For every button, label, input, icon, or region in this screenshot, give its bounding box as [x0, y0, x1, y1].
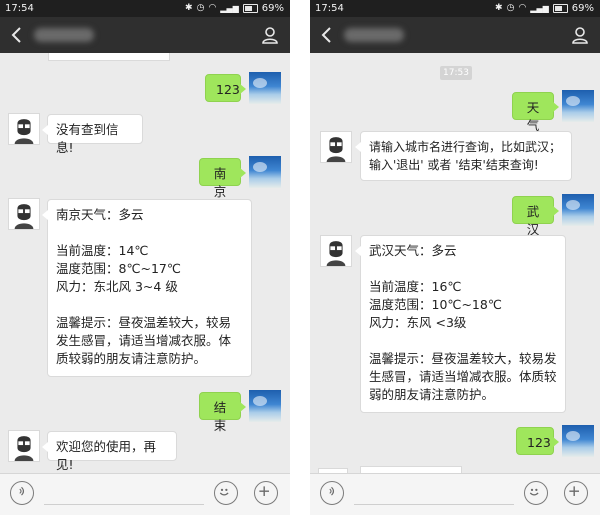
message-input[interactable]: [354, 504, 514, 505]
battery-icon: [242, 4, 258, 13]
bot-avatar[interactable]: [320, 235, 352, 267]
bot-avatar[interactable]: [320, 131, 352, 163]
status-time: 17:54: [5, 3, 34, 14]
chat-screen-left: 17:54 ✱ ◷ ◠ ▂▄▆ 69% 123 没有查到信息! 南京 南京天气：…: [0, 0, 290, 515]
battery-percent: 69%: [261, 3, 284, 14]
message-bubble[interactable]: 武汉: [512, 196, 559, 237]
emoji-icon[interactable]: [524, 481, 548, 505]
voice-icon[interactable]: [320, 481, 344, 505]
status-bar: 17:54 ✱ ◷ ◠ ▂▄▆ 69%: [0, 0, 290, 17]
message-bubble[interactable]: 南京天气：多云 当前温度：14℃ 温度范围：8℃~17℃ 风力：东北风 3~4 …: [42, 199, 252, 377]
user-avatar[interactable]: [562, 90, 594, 122]
emoji-icon[interactable]: [214, 481, 238, 505]
user-avatar[interactable]: [249, 390, 281, 422]
contact-name-blurred: [34, 28, 94, 42]
message-bubble[interactable]: 南京: [199, 158, 246, 199]
signal-icon: ▂▄▆: [220, 4, 239, 13]
battery-icon: [552, 4, 568, 13]
message-bubble[interactable]: 123: [205, 74, 246, 102]
status-bar: 17:54 ✱ ◷ ◠ ▂▄▆ 69%: [310, 0, 600, 17]
voice-icon[interactable]: [10, 481, 34, 505]
message-bubble[interactable]: 天气: [512, 92, 559, 133]
alarm-icon: ◷: [196, 3, 205, 13]
partial-bubble: [48, 53, 170, 61]
contact-name-blurred: [344, 28, 404, 42]
message-input[interactable]: [44, 504, 204, 505]
bluetooth-icon: ✱: [495, 3, 503, 13]
title-bar: [0, 17, 290, 53]
wifi-icon: ◠: [208, 3, 217, 13]
wifi-icon: ◠: [518, 3, 527, 13]
message-timestamp: 17:53: [440, 66, 472, 80]
message-bubble[interactable]: 没有查到信息!: [42, 114, 143, 155]
person-icon[interactable]: [260, 25, 280, 45]
battery-percent: 69%: [571, 3, 594, 14]
chevron-left-icon[interactable]: [318, 26, 336, 44]
bot-avatar[interactable]: [8, 113, 40, 145]
user-avatar[interactable]: [562, 194, 594, 226]
message-bubble[interactable]: 结束: [199, 392, 246, 433]
message-bubble[interactable]: 武汉天气：多云 当前温度：16℃ 温度范围：10℃~18℃ 风力：东风 <3级 …: [355, 235, 566, 413]
input-bar: [310, 473, 600, 515]
status-time: 17:54: [315, 3, 344, 14]
user-avatar[interactable]: [249, 156, 281, 188]
user-avatar[interactable]: [249, 72, 281, 104]
chat-screen-right: 17:54 ✱ ◷ ◠ ▂▄▆ 69% 17:53 天气 请输入城市名进行查询，…: [310, 0, 600, 515]
bot-avatar[interactable]: [8, 198, 40, 230]
chevron-left-icon[interactable]: [8, 26, 26, 44]
person-icon[interactable]: [570, 25, 590, 45]
alarm-icon: ◷: [506, 3, 515, 13]
message-bubble[interactable]: 请输入城市名进行查询，比如武汉； 输入'退出' 或者 '结束'结束查询!: [355, 131, 572, 181]
title-bar: [310, 17, 600, 53]
message-bubble[interactable]: 123: [516, 427, 559, 455]
message-bubble[interactable]: 欢迎您的使用，再见!: [42, 431, 177, 472]
plus-icon[interactable]: [564, 481, 588, 505]
bluetooth-icon: ✱: [185, 3, 193, 13]
plus-icon[interactable]: [254, 481, 278, 505]
user-avatar[interactable]: [562, 425, 594, 457]
signal-icon: ▂▄▆: [530, 4, 549, 13]
input-bar: [0, 473, 290, 515]
bot-avatar[interactable]: [8, 430, 40, 462]
